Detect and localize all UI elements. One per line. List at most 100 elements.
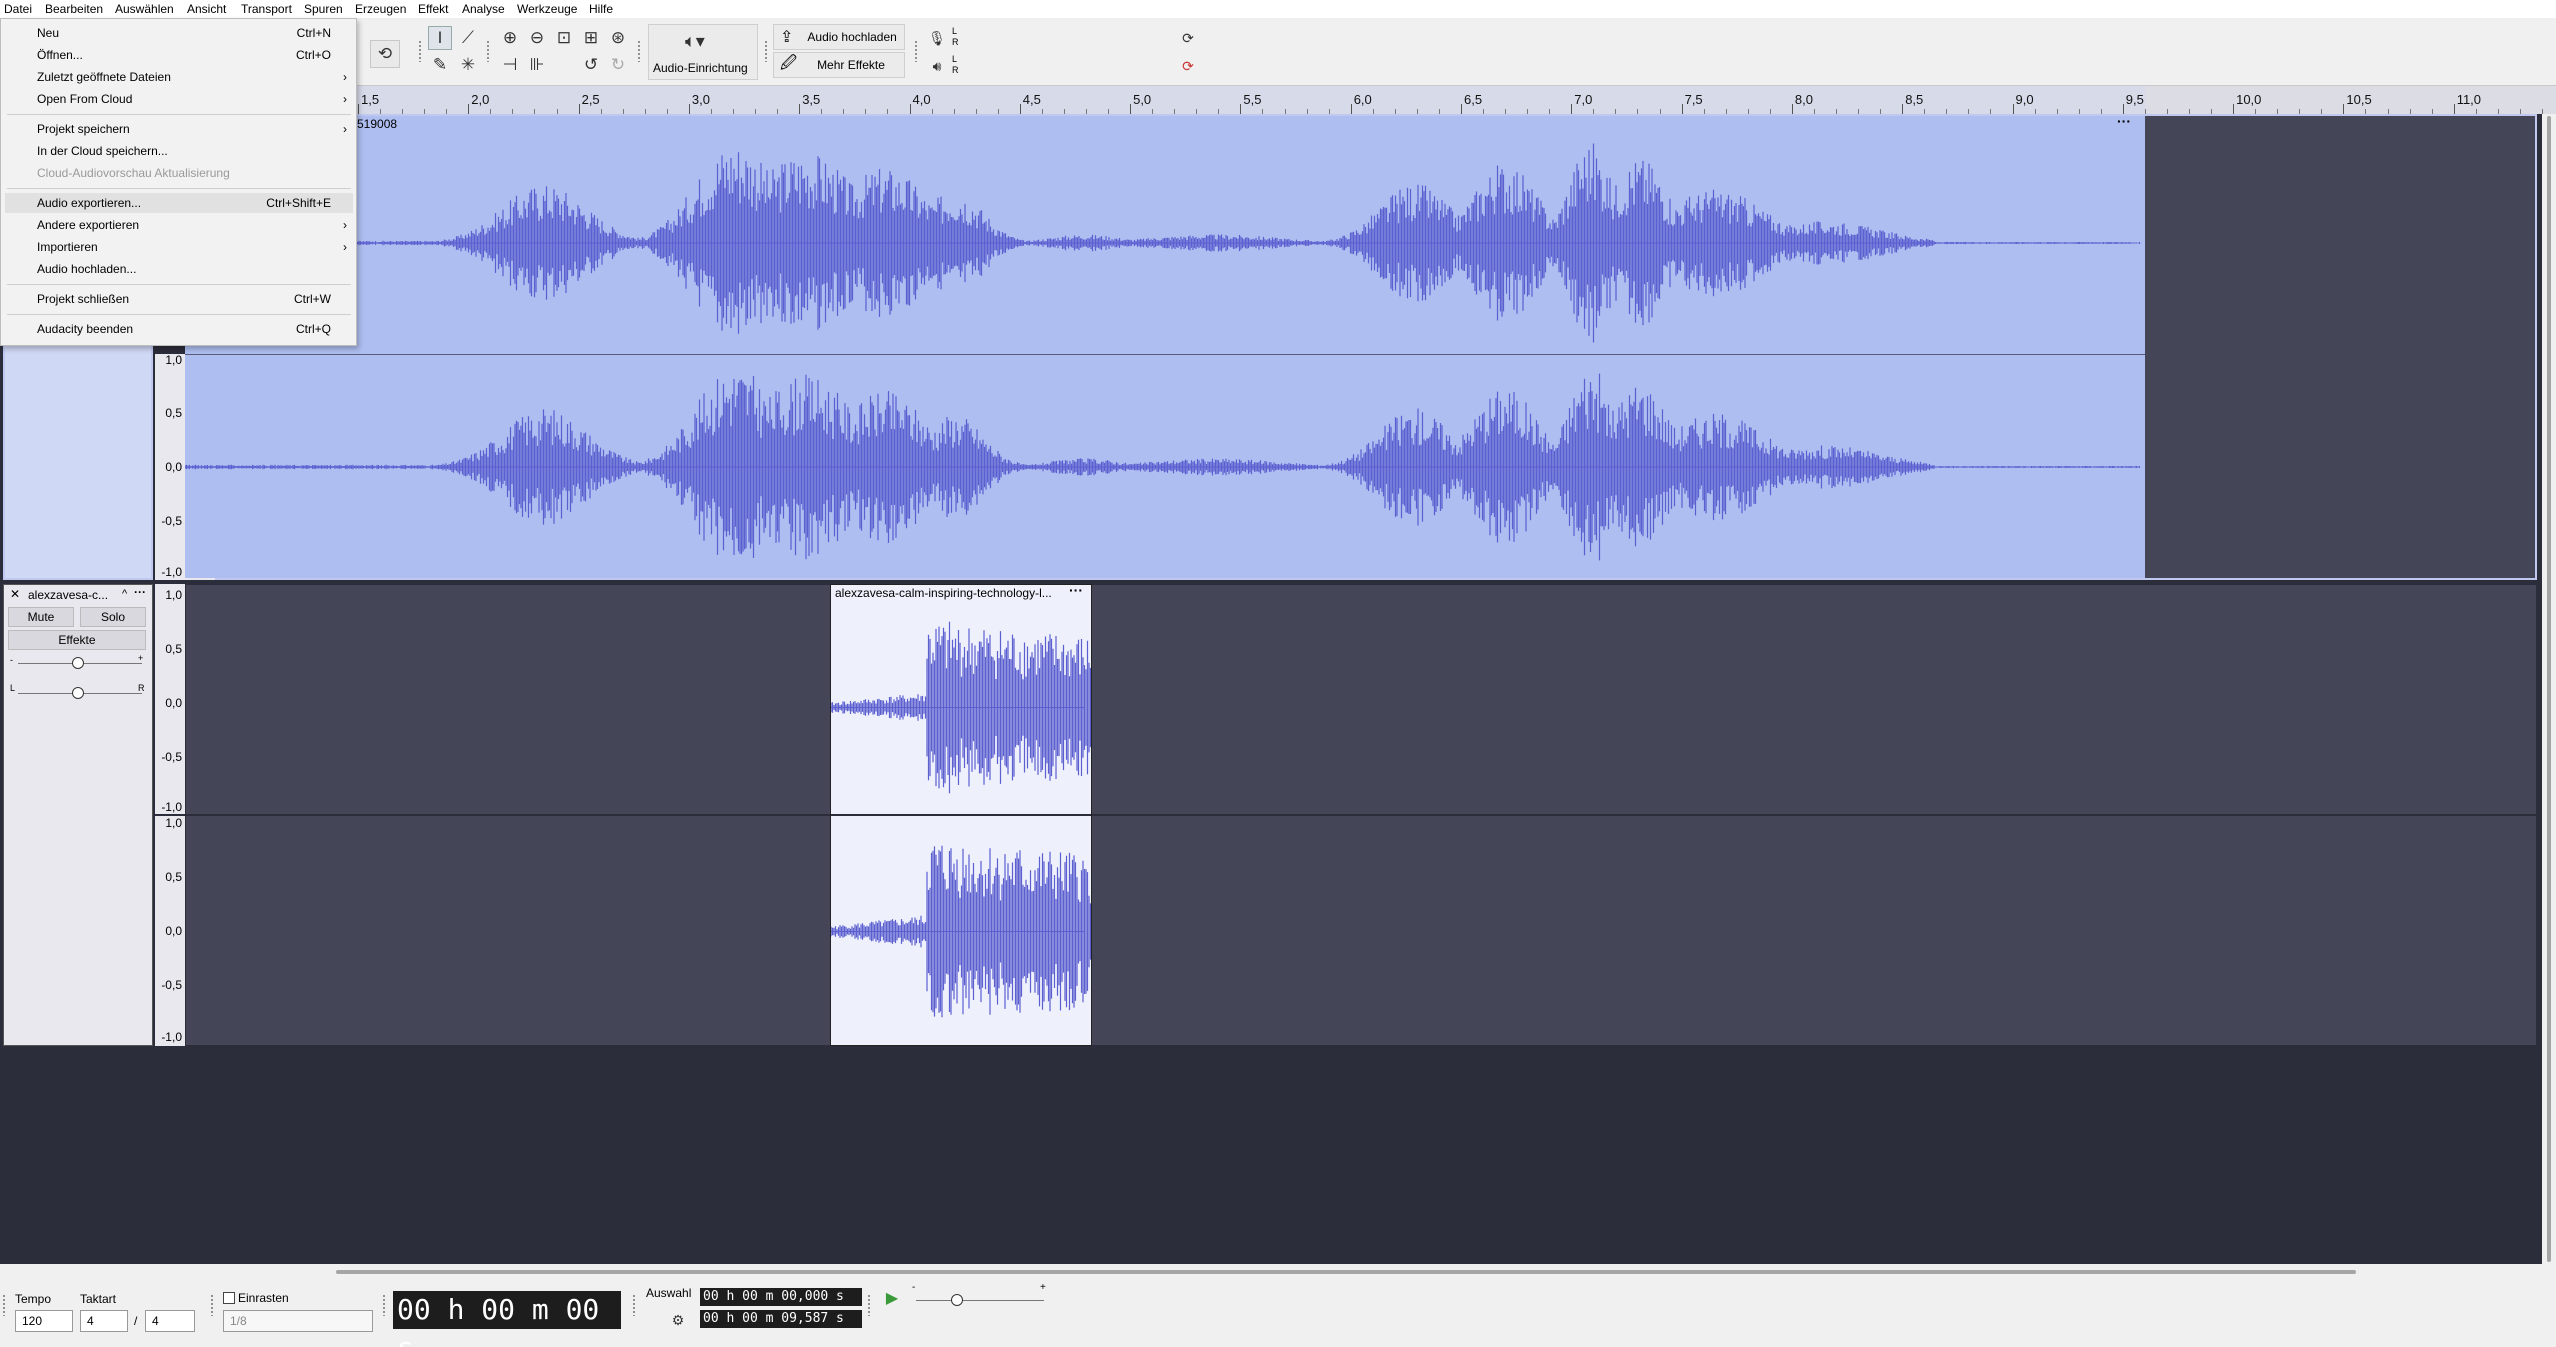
ruler-tick (1240, 104, 1242, 114)
microphone-icon[interactable]: 🎙︎ (925, 26, 949, 50)
toolbar-grip[interactable] (637, 40, 642, 62)
select-tool-icon[interactable]: I (428, 26, 452, 50)
menu-item-open[interactable]: Öffnen... Ctrl+O (5, 45, 353, 65)
draw-tool-icon[interactable]: ✎ (428, 53, 452, 77)
multi-tool-icon[interactable]: ✳ (456, 53, 480, 77)
menu-item-new[interactable]: Neu Ctrl+N (5, 23, 353, 43)
menu-item-save-project[interactable]: Projekt speichern › (5, 119, 353, 139)
track-menu-icon[interactable]: ··· (134, 585, 146, 599)
zoom-in-icon[interactable]: ⊕ (498, 26, 522, 50)
fit-project-icon[interactable]: ⊞ (579, 26, 603, 50)
toolbar-grip[interactable] (867, 1294, 872, 1316)
track-2-scale-lower[interactable]: 1,0 0,5 0,0 -0,5 -1,0 (155, 816, 185, 1046)
menu-item-label: Öffnen... (37, 48, 83, 62)
speaker-meter-icon[interactable]: 🔊︎ (925, 54, 949, 78)
close-track-icon[interactable]: ✕ (10, 587, 20, 601)
track-2-clip[interactable]: alexzavesa-calm-inspiring-technology-l..… (830, 584, 1092, 1046)
toolbar-grip[interactable] (2, 1294, 7, 1316)
trim-icon[interactable]: ⊣ (498, 53, 522, 77)
toolbar-grip[interactable] (418, 40, 423, 62)
selection-start-value: 00 h 00 m 00,000 s (703, 1289, 844, 1304)
menu-item-export-other[interactable]: Andere exportieren › (5, 215, 353, 235)
menu-erzeugen[interactable]: Erzeugen (355, 2, 406, 16)
upload-audio-button[interactable]: ⇪ Audio hochladen (773, 24, 905, 50)
collapse-icon[interactable]: ^ (122, 588, 127, 600)
snap-checkbox[interactable] (223, 1292, 235, 1304)
ruler-tick-label: 11,0 (2456, 92, 2482, 107)
menu-item-upload-audio[interactable]: Audio hochladen... (5, 259, 353, 279)
toolbar-grip[interactable] (486, 40, 491, 62)
record-meter-menu-icon[interactable]: ⟳ (1176, 26, 1200, 50)
toolbar-grip[interactable] (632, 1294, 637, 1316)
time-display[interactable]: 00 h 00 m 00 s (393, 1291, 621, 1347)
menu-item-close-project[interactable]: Projekt schließen Ctrl+W (5, 289, 353, 309)
menu-hilfe[interactable]: Hilfe (589, 2, 613, 16)
time-display-value: 00 h 00 m 00 s (397, 1293, 600, 1347)
selection-start[interactable]: 00 h 00 m 00,000 s (700, 1288, 862, 1306)
menu-werkzeuge[interactable]: Werkzeuge (517, 2, 577, 16)
play-speed-slider-knob[interactable] (951, 1294, 963, 1306)
settings-gear-icon[interactable]: ⚙ (666, 1308, 690, 1332)
pan-slider-knob[interactable] (72, 687, 84, 699)
menu-item-recent[interactable]: Zuletzt geöffnete Dateien › (5, 67, 353, 87)
menu-auswaehlen[interactable]: Auswählen (115, 2, 174, 16)
ruler-tick (468, 104, 470, 114)
snap-select[interactable]: 1/8 (223, 1310, 373, 1332)
track-2-scale-upper[interactable]: 1,0 0,5 0,0 -0,5 -1,0 (155, 584, 185, 814)
horizontal-scroll-thumb[interactable] (336, 1270, 2356, 1274)
toolbar-grip[interactable] (914, 40, 919, 62)
bottom-toolbar: Tempo 120 Taktart 4 / 4 Einrasten 1/8 00… (0, 1264, 2556, 1347)
time-signature-numerator[interactable]: 4 (80, 1310, 128, 1332)
menu-item-open-cloud[interactable]: Open From Cloud › (5, 89, 353, 109)
more-effects-button[interactable]: 🖉︎ Mehr Effekte (773, 52, 905, 78)
toolbar-grip[interactable] (210, 1294, 215, 1316)
gain-slider-knob[interactable] (72, 657, 84, 669)
menu-spuren[interactable]: Spuren (304, 2, 343, 16)
menu-bearbeiten[interactable]: Bearbeiten (45, 2, 103, 16)
audio-setup-button[interactable]: 🔈︎▾ Audio-Einrichtung (648, 24, 758, 80)
ruler-tick (1461, 104, 1462, 114)
silence-icon[interactable]: ⊪ (525, 53, 549, 77)
play-speed-slider-track[interactable] (916, 1300, 1044, 1301)
fit-selection-icon[interactable]: ⊡ (552, 26, 576, 50)
track-2-controls[interactable]: ✕ alexzavesa-c... ^ ··· Mute Solo Effekt… (3, 584, 153, 1046)
redo-icon[interactable]: ↻ (606, 53, 630, 77)
record-meter[interactable] (968, 28, 1168, 42)
effects-button[interactable]: Effekte (8, 630, 146, 650)
track-name[interactable]: alexzavesa-c... (28, 588, 108, 602)
track-1-clip[interactable]: 519008 ··· (185, 116, 2145, 578)
track-1-vertical-scale[interactable]: 1,0 0,5 0,0 -0,5 -1,0 (155, 353, 185, 579)
menu-datei[interactable]: Datei (4, 2, 32, 16)
gain-plus-label: + (138, 653, 144, 663)
tempo-input[interactable]: 120 (15, 1310, 73, 1332)
track-area[interactable]: 1,0 0,5 0,0 -0,5 -1,0 519008 ··· 1,0 0,5… (0, 114, 2542, 1264)
toolbar-grip[interactable] (764, 40, 769, 62)
menu-analyse[interactable]: Analyse (462, 2, 505, 16)
loop-icon[interactable]: ⟲ (370, 40, 400, 68)
playback-meter[interactable] (968, 56, 1168, 70)
menu-item-import[interactable]: Importieren › (5, 237, 353, 257)
playback-meter-menu-icon[interactable]: ⟳ (1176, 54, 1200, 78)
vertical-scrollbar[interactable] (2542, 114, 2556, 1264)
menu-ansicht[interactable]: Ansicht (187, 2, 226, 16)
mute-button[interactable]: Mute (8, 607, 74, 627)
solo-button[interactable]: Solo (80, 607, 146, 627)
selection-end[interactable]: 00 h 00 m 09,587 s (700, 1310, 862, 1328)
timeline-ruler[interactable]: 1,5 2,0 2,5 3,0 3,5 4,0 4,5 5,0 5,5 6,0 6,5 7,0 7,5 8… (0, 86, 2556, 114)
play-at-speed-icon[interactable]: ▶ (880, 1286, 904, 1310)
ruler-tick (2343, 104, 2345, 114)
time-signature-denominator[interactable]: 4 (145, 1310, 195, 1332)
zoom-toggle-icon[interactable]: ⊛ (606, 26, 630, 50)
menu-item-export-audio[interactable]: Audio exportieren... Ctrl+Shift+E (5, 193, 353, 213)
envelope-tool-icon[interactable]: ⟋ (456, 26, 480, 50)
zoom-out-icon[interactable]: ⊖ (525, 26, 549, 50)
menu-item-cloud-preview[interactable]: Cloud-Audiovorschau Aktualisierung (5, 163, 353, 183)
undo-icon[interactable]: ↺ (579, 53, 603, 77)
menu-transport[interactable]: Transport (241, 2, 292, 16)
toolbar-grip[interactable] (382, 1294, 387, 1316)
menu-item-save-cloud[interactable]: In der Cloud speichern... (5, 141, 353, 161)
menu-item-shortcut: Ctrl+O (295, 48, 331, 62)
menu-effekt[interactable]: Effekt (418, 2, 448, 16)
vertical-scroll-thumb[interactable] (2547, 116, 2551, 1262)
menu-item-quit[interactable]: Audacity beenden Ctrl+Q (5, 319, 353, 339)
